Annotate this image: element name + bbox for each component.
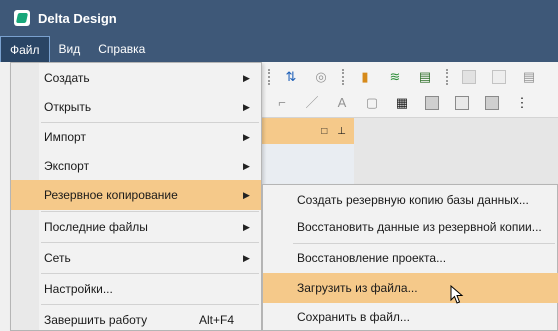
menu-bar: Файл Вид Справка [0,36,558,62]
image-frame-icon[interactable] [424,95,440,111]
menu-item-label: Импорт [44,130,86,144]
grid-icon[interactable]: ▦ [394,95,410,111]
submenu-arrow-icon: ▶ [243,72,250,83]
submenu-item-label: Сохранить в файл... [297,310,410,324]
toolbar-row-2: ⌐ ／ A ▢ ▦ ⋮ [262,91,537,115]
submenu-item-label: Загрузить из файла... [297,281,418,295]
submenu-arrow-icon: ▶ [243,221,250,232]
menu-item-label: Открыть [44,100,92,114]
toolbar: ⇅ ◎ ▮ ≋ ▤ ▤ ⋮ ⌐ ／ A ▢ ▦ ⋮ [262,62,558,118]
delta-design-logo-icon [14,10,30,26]
frame-icon[interactable] [491,69,507,85]
document-icon[interactable]: ▤ [417,69,433,85]
panel-header: □ ⊥ [262,118,354,144]
workspace-area [354,118,558,184]
submenu-arrow-icon: ▶ [243,252,250,263]
menu-help[interactable]: Справка [89,36,154,62]
menu-item-label: Сеть [44,251,71,265]
menu-item-label: Резервное копирование [44,188,178,202]
line-icon[interactable]: ／ [304,95,320,111]
menu-item-settings[interactable]: Настройки... [11,274,261,304]
align-icon[interactable]: ⇅ [283,69,299,85]
submenu-arrow-icon: ▶ [243,189,250,200]
menu-item-import[interactable]: Импорт ▶ [11,122,261,152]
window-title: Delta Design [38,10,117,26]
submenu-item-restore-project[interactable]: Восстановление проекта... [263,243,558,273]
menu-file[interactable]: Файл [0,36,50,62]
shape-icon[interactable]: ⌐ [274,95,290,111]
layers-icon[interactable]: ≋ [387,69,403,85]
menu-item-label: Завершить работу [44,313,148,327]
submenu-item-restore-from-backup[interactable]: Восстановить данные из резервной копии..… [263,212,558,242]
report-icon[interactable]: ▤ [521,69,537,85]
menu-item-exit[interactable]: Завершить работу Alt+F4 [11,305,261,331]
menu-item-export[interactable]: Экспорт ▶ [11,151,261,181]
submenu-item-save-to-file[interactable]: Сохранить в файл... [263,302,558,331]
toolbar-separator [446,69,450,85]
maximize-icon[interactable]: □ [321,126,327,137]
menu-item-label: Настройки... [44,282,113,296]
submenu-item-create-db-backup[interactable]: Создать резервную копию базы данных... [263,185,558,215]
more-icon[interactable]: ⋮ [514,95,530,111]
submenu-item-label: Создать резервную копию базы данных... [297,193,529,207]
title-bar: Delta Design [0,0,558,36]
submenu-item-label: Восстановление проекта... [297,251,447,265]
text-icon[interactable]: A [334,95,350,111]
toolbar-row-1: ⇅ ◎ ▮ ≋ ▤ ▤ ⋮ [262,65,558,89]
toolbar-grip [268,69,272,85]
pin-icon[interactable]: ⊥ [337,126,346,137]
backup-submenu: Создать резервную копию базы данных... В… [262,184,558,331]
page-icon[interactable]: ▢ [364,95,380,111]
menu-item-create[interactable]: Создать ▶ [11,63,261,93]
toolbar-separator [342,69,346,85]
menu-item-recent-files[interactable]: Последние файлы ▶ [11,212,261,242]
menu-item-network[interactable]: Сеть ▶ [11,243,261,273]
submenu-arrow-icon: ▶ [243,160,250,171]
submenu-arrow-icon: ▶ [243,131,250,142]
library-icon[interactable]: ▮ [357,69,373,85]
mouse-pointer-icon [450,285,464,304]
submenu-item-load-from-file[interactable]: Загрузить из файла... [263,273,558,303]
menu-item-label: Экспорт [44,159,90,173]
menu-item-shortcut: Alt+F4 [199,313,235,327]
binoculars-icon[interactable]: ◎ [313,69,329,85]
file-menu-dropdown: Создать ▶ Открыть ▶ Импорт ▶ Экспорт ▶ Р… [10,62,262,331]
panel-body [262,144,354,184]
component-icon[interactable] [461,69,477,85]
submenu-item-label: Восстановить данные из резервной копии..… [297,220,542,234]
more-icon[interactable]: ⋮ [551,69,558,85]
menu-item-label: Создать [44,71,90,85]
menu-item-open[interactable]: Открыть ▶ [11,92,261,122]
submenu-arrow-icon: ▶ [243,101,250,112]
menu-item-label: Последние файлы [44,220,148,234]
picture-icon[interactable] [454,95,470,111]
media-icon[interactable] [484,95,500,111]
menu-view[interactable]: Вид [50,36,90,62]
menu-item-backup[interactable]: Резервное копирование ▶ [11,180,261,210]
